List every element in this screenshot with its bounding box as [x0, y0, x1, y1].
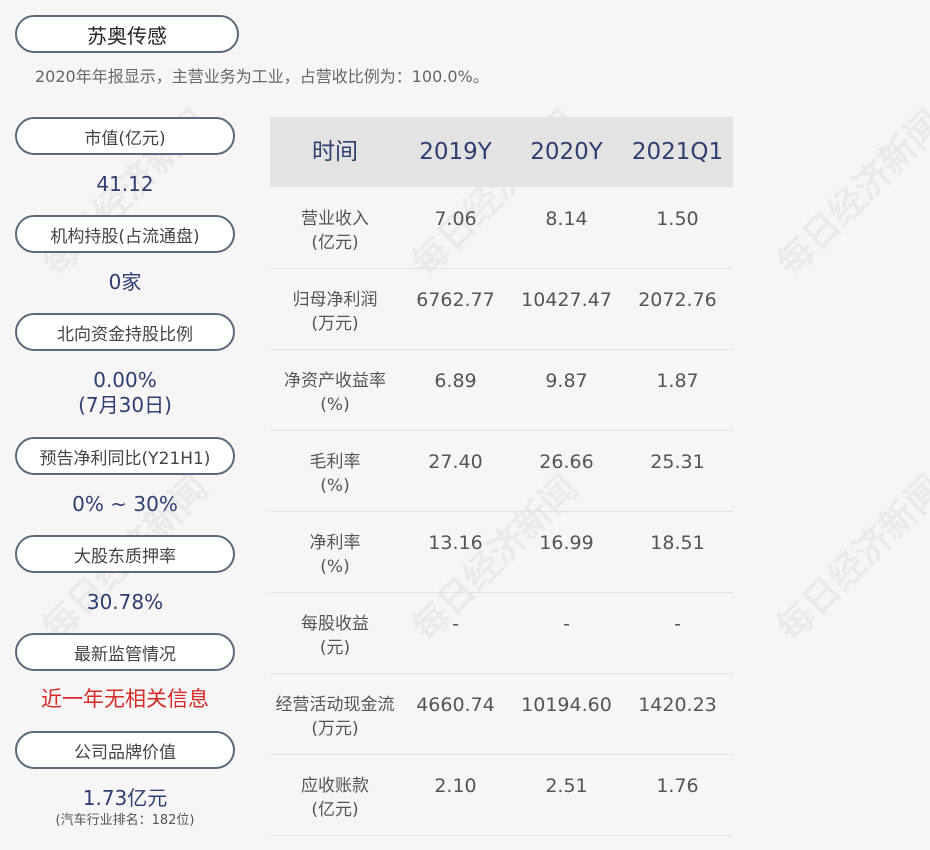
northbound-ratio-value: 0.00% — [93, 368, 157, 392]
regulation-label: 最新监管情况 — [15, 633, 235, 671]
regulation-value: 近一年无相关信息 — [41, 687, 209, 711]
profit-forecast-label: 预告净利同比(Y21H1) — [15, 437, 235, 475]
row-label: 毛利率 (%) — [309, 452, 361, 496]
table-cell: 1.87 — [656, 370, 699, 392]
table-cell: 8.14 — [545, 208, 588, 230]
table-row: 净资产收益率 (%) 6.89 9.87 1.87 — [270, 349, 733, 431]
row-label: 净资产收益率 (%) — [284, 371, 386, 415]
table-row: 净利率 (%) 13.16 16.99 18.51 — [270, 511, 733, 593]
table-cell: 10427.47 — [521, 289, 612, 311]
table-header: 时间 2019Y 2020Y 2021Q1 — [270, 117, 733, 187]
table-cell: 1420.23 — [638, 694, 717, 716]
brand-value-value: 1.73亿元 — [82, 786, 168, 810]
brand-value-label: 公司品牌价值 — [15, 731, 235, 769]
table-row: 每股收益 (元) - - - — [270, 592, 733, 674]
row-label: 营业收入 (亿元) — [301, 209, 369, 253]
row-label: 经营活动现金流 (万元) — [275, 695, 395, 739]
table-cell: - — [452, 613, 459, 635]
table-cell: 1.50 — [656, 208, 699, 230]
institution-holding-label: 机构持股(占流通盘) — [15, 215, 235, 253]
table-cell: 26.66 — [539, 451, 594, 473]
table-row: 经营活动现金流 (万元) 4660.74 10194.60 1420.23 — [270, 673, 733, 755]
market-cap-label: 市值(亿元) — [15, 117, 235, 155]
row-label: 归母净利润 (万元) — [292, 290, 378, 334]
table-cell: 16.99 — [539, 532, 594, 554]
pledge-ratio-value: 30.78% — [86, 590, 164, 614]
market-cap-value: 41.12 — [96, 172, 154, 196]
northbound-ratio-date: (7月30日) — [78, 393, 172, 417]
table-row: 营业收入 (亿元) 7.06 8.14 1.50 — [270, 187, 733, 269]
header-time: 时间 — [312, 139, 358, 165]
table-cell: 25.31 — [650, 451, 705, 473]
watermark-text: 每日经济新闻 — [769, 102, 930, 285]
table-cell: 2072.76 — [638, 289, 717, 311]
table-cell: 4660.74 — [416, 694, 495, 716]
table-cell: 6.89 — [434, 370, 477, 392]
table-cell: 7.06 — [434, 208, 477, 230]
watermark-text: 每日经济新闻 — [769, 467, 930, 650]
brand-rank-note: (汽车行业排名：182位) — [55, 813, 195, 828]
table-cell: - — [674, 613, 681, 635]
table-cell: 13.16 — [428, 532, 483, 554]
header-2021q1: 2021Q1 — [631, 139, 724, 165]
table-cell: 18.51 — [650, 532, 705, 554]
table-row: 应收账款 (亿元) 2.10 2.51 1.76 — [270, 754, 733, 836]
table-cell: 27.40 — [428, 451, 483, 473]
table-cell: 9.87 — [545, 370, 588, 392]
northbound-ratio-label: 北向资金持股比例 — [15, 313, 235, 351]
pledge-ratio-label: 大股东质押率 — [15, 535, 235, 573]
row-label: 净利率 (%) — [309, 533, 361, 577]
business-summary: 2020年年报显示，主营业务为工业，占营收比例为：100.0%。 — [35, 67, 489, 86]
table-cell: 1.76 — [656, 775, 699, 797]
table-cell: 2.10 — [434, 775, 477, 797]
table-row: 毛利率 (%) 27.40 26.66 25.31 — [270, 430, 733, 512]
company-title: 苏奥传感 — [15, 15, 239, 53]
table-cell: 2.51 — [545, 775, 588, 797]
table-cell: 6762.77 — [416, 289, 495, 311]
row-label: 应收账款 (亿元) — [301, 776, 369, 820]
header-2019y: 2019Y — [419, 139, 492, 165]
institution-holding-value: 0家 — [108, 270, 142, 294]
table-cell: 10194.60 — [521, 694, 612, 716]
table-row: 归母净利润 (万元) 6762.77 10427.47 2072.76 — [270, 268, 733, 350]
table-cell: - — [563, 613, 570, 635]
header-2020y: 2020Y — [530, 139, 603, 165]
profit-forecast-value: 0% ~ 30% — [72, 492, 178, 516]
row-label: 每股收益 (元) — [301, 614, 369, 658]
